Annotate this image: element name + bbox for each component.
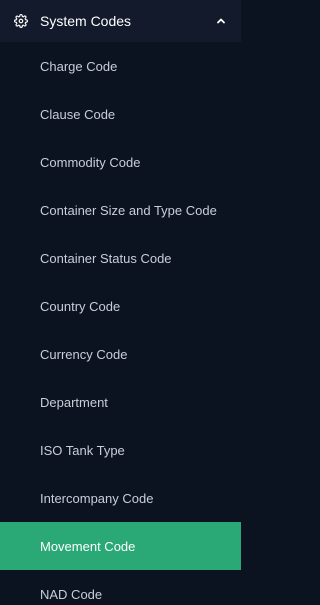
menu-item-container-status-code[interactable]: Container Status Code (0, 234, 241, 282)
menu-item-clause-code[interactable]: Clause Code (0, 90, 241, 138)
menu-item-label: Commodity Code (40, 154, 141, 170)
menu-item-iso-tank-type[interactable]: ISO Tank Type (0, 426, 241, 474)
menu-item-label: Intercompany Code (40, 490, 154, 506)
sidebar-menu: System Codes Charge Code Clause Code Com… (0, 0, 241, 605)
menu-item-currency-code[interactable]: Currency Code (0, 330, 241, 378)
menu-item-label: Movement Code (40, 538, 136, 554)
menu-item-label: Container Size and Type Code (40, 202, 217, 218)
menu-item-movement-code[interactable]: Movement Code (0, 522, 241, 570)
menu-item-commodity-code[interactable]: Commodity Code (0, 138, 241, 186)
menu-item-label: Clause Code (40, 106, 116, 122)
menu-item-container-size-type-code[interactable]: Container Size and Type Code (0, 186, 241, 234)
chevron-up-icon[interactable] (215, 15, 227, 27)
menu-item-label: ISO Tank Type (40, 442, 125, 458)
menu-item-nad-code[interactable]: NAD Code (0, 570, 241, 605)
menu-item-label: NAD Code (40, 586, 103, 602)
gear-icon (14, 14, 28, 28)
menu-item-label: Department (40, 394, 108, 410)
menu-item-country-code[interactable]: Country Code (0, 282, 241, 330)
menu-item-intercompany-code[interactable]: Intercompany Code (0, 474, 241, 522)
menu-item-label: Charge Code (40, 58, 118, 74)
menu-item-label: Currency Code (40, 346, 128, 362)
system-codes-submenu: Charge Code Clause Code Commodity Code C… (0, 42, 241, 605)
system-codes-group-toggle[interactable]: System Codes (0, 0, 241, 42)
menu-item-label: Container Status Code (40, 250, 172, 266)
menu-item-charge-code[interactable]: Charge Code (0, 42, 241, 90)
menu-item-department[interactable]: Department (0, 378, 241, 426)
menu-item-label: Country Code (40, 298, 121, 314)
group-label: System Codes (40, 13, 132, 29)
